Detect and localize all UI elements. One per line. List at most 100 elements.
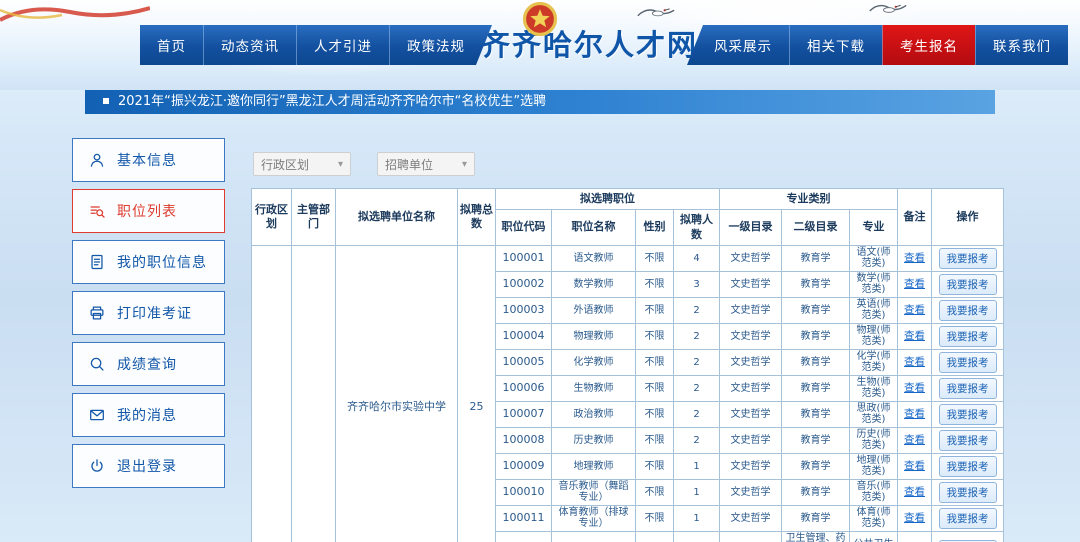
action-cell: 我要报考 <box>932 349 1004 375</box>
remark-cell: 查看 <box>898 453 932 479</box>
sidebar-item-label: 我的消息 <box>117 405 177 425</box>
position-name-cell: 体育教师（排球专业） <box>552 505 636 531</box>
view-link[interactable]: 查看 <box>904 252 925 264</box>
user-icon <box>88 151 106 169</box>
view-link[interactable]: 查看 <box>904 382 925 394</box>
sidebar-item-score-query[interactable]: 成绩查询 <box>72 342 225 386</box>
view-link[interactable]: 查看 <box>904 278 925 290</box>
remark-cell: 查看 <box>898 349 932 375</box>
view-link[interactable]: 查看 <box>904 356 925 368</box>
position-code-cell: 100005 <box>496 349 552 375</box>
gender-cell: 不限 <box>636 531 674 542</box>
position-name-cell: 生物教师 <box>552 375 636 401</box>
level2-cell: 教育学 <box>782 505 850 531</box>
sidebar-item-my-messages[interactable]: 我的消息 <box>72 393 225 437</box>
position-name-cell: 物理教师 <box>552 323 636 349</box>
apply-button[interactable]: 我要报考 <box>939 300 997 321</box>
position-code-cell: 100010 <box>496 479 552 505</box>
level2-cell: 教育学 <box>782 479 850 505</box>
employer-filter-select[interactable]: 招聘单位 ▾ <box>377 152 475 176</box>
col-group-positions: 拟选聘职位 <box>496 189 720 210</box>
nav-item-home[interactable]: 首页 <box>140 25 203 65</box>
view-link[interactable]: 查看 <box>904 486 925 498</box>
view-link[interactable]: 查看 <box>904 434 925 446</box>
col-action: 操作 <box>932 189 1004 246</box>
action-cell: 我要报考 <box>932 401 1004 427</box>
position-code-cell: 100002 <box>496 271 552 297</box>
crane-icon <box>630 3 682 23</box>
level2-cell: 教育学 <box>782 453 850 479</box>
nav-item-talent-intro[interactable]: 人才引进 <box>296 25 389 65</box>
position-code-cell: 100007 <box>496 401 552 427</box>
nav-item-label: 联系我们 <box>993 35 1051 55</box>
nav-item-downloads[interactable]: 相关下载 <box>789 25 882 65</box>
view-link[interactable]: 查看 <box>904 512 925 524</box>
gender-cell: 不限 <box>636 479 674 505</box>
apply-button[interactable]: 我要报考 <box>939 248 997 269</box>
sidebar-item-print-admission-ticket[interactable]: 打印准考证 <box>72 291 225 335</box>
gender-cell: 不限 <box>636 401 674 427</box>
level2-cell: 教育学 <box>782 271 850 297</box>
action-cell: 我要报考 <box>932 427 1004 453</box>
headcount-cell: 2 <box>674 297 720 323</box>
nav-item-showcase[interactable]: 风采展示 <box>697 25 789 65</box>
major-cell: 物理(师范类) <box>850 323 898 349</box>
nav-item-label: 风采展示 <box>714 35 772 55</box>
table-body: 齐齐哈尔市实验中学25100001 语文教师 不限 4 文史哲学 教育学 语文(… <box>252 245 1004 542</box>
view-link[interactable]: 查看 <box>904 460 925 472</box>
level1-cell: 文史哲学 <box>720 245 782 271</box>
sidebar-item-label: 成绩查询 <box>117 354 177 374</box>
apply-button[interactable]: 我要报考 <box>939 274 997 295</box>
gender-cell: 不限 <box>636 245 674 271</box>
nav-item-contact[interactable]: 联系我们 <box>975 25 1068 65</box>
notice-bar[interactable]: 2021年“振兴龙江·邀你同行”黑龙江人才周活动齐齐哈尔市“名校优生”选聘 <box>85 90 995 114</box>
sidebar-item-position-list[interactable]: 职位列表 <box>72 189 225 233</box>
action-cell: 我要报考 <box>932 245 1004 271</box>
col-gender: 性别 <box>636 210 674 246</box>
level2-cell: 教育学 <box>782 297 850 323</box>
apply-button[interactable]: 我要报考 <box>939 508 997 529</box>
headcount-cell: 2 <box>674 401 720 427</box>
apply-button[interactable]: 我要报考 <box>939 352 997 373</box>
view-link[interactable]: 查看 <box>904 304 925 316</box>
apply-button[interactable]: 我要报考 <box>939 430 997 451</box>
nav-item-label: 首页 <box>157 35 186 55</box>
major-cell: 思政(师范类) <box>850 401 898 427</box>
level2-cell: 教育学 <box>782 245 850 271</box>
action-cell: 我要报考 <box>932 375 1004 401</box>
sidebar-item-basic-info[interactable]: 基本信息 <box>72 138 225 182</box>
apply-button[interactable]: 我要报考 <box>939 378 997 399</box>
region-filter-select[interactable]: 行政区划 ▾ <box>253 152 351 176</box>
remark-cell: 查看 <box>898 297 932 323</box>
remark-cell: 查看 <box>898 427 932 453</box>
national-emblem-icon <box>522 1 558 37</box>
action-cell: 我要报考 <box>932 505 1004 531</box>
apply-button[interactable]: 我要报考 <box>939 326 997 347</box>
major-cell: 语文(师范类) <box>850 245 898 271</box>
nav-item-candidate-signup[interactable]: 考生报名 <box>882 25 975 65</box>
nav-item-news[interactable]: 动态资讯 <box>203 25 296 65</box>
view-link[interactable]: 查看 <box>904 330 925 342</box>
remark-cell: 查看 <box>898 375 932 401</box>
view-link[interactable]: 查看 <box>904 408 925 420</box>
position-code-cell: 100012 <box>496 531 552 542</box>
gender-cell: 不限 <box>636 271 674 297</box>
apply-button[interactable]: 我要报考 <box>939 482 997 503</box>
sidebar-item-label: 职位列表 <box>117 201 177 221</box>
headcount-cell: 2 <box>674 375 720 401</box>
level1-cell: 文史哲学 <box>720 427 782 453</box>
sidebar-item-logout[interactable]: 退出登录 <box>72 444 225 488</box>
site-title: 齐齐哈尔人才网 <box>481 25 698 65</box>
level2-cell: 教育学 <box>782 401 850 427</box>
headcount-cell: 2 <box>674 323 720 349</box>
nav-item-policies[interactable]: 政策法规 <box>389 25 482 65</box>
level2-cell: 教育学 <box>782 427 850 453</box>
col-major: 专业 <box>850 210 898 246</box>
apply-button[interactable]: 我要报考 <box>939 404 997 425</box>
positions-table: 行政区划 主管部门 拟选聘单位名称 拟聘总数 拟选聘职位 专业类别 备注 操作 … <box>251 188 1004 542</box>
sidebar-item-label: 我的职位信息 <box>117 252 207 272</box>
apply-button[interactable]: 我要报考 <box>939 456 997 477</box>
gender-cell: 不限 <box>636 375 674 401</box>
action-cell: 我要报考 <box>932 297 1004 323</box>
sidebar-item-my-position-info[interactable]: 我的职位信息 <box>72 240 225 284</box>
